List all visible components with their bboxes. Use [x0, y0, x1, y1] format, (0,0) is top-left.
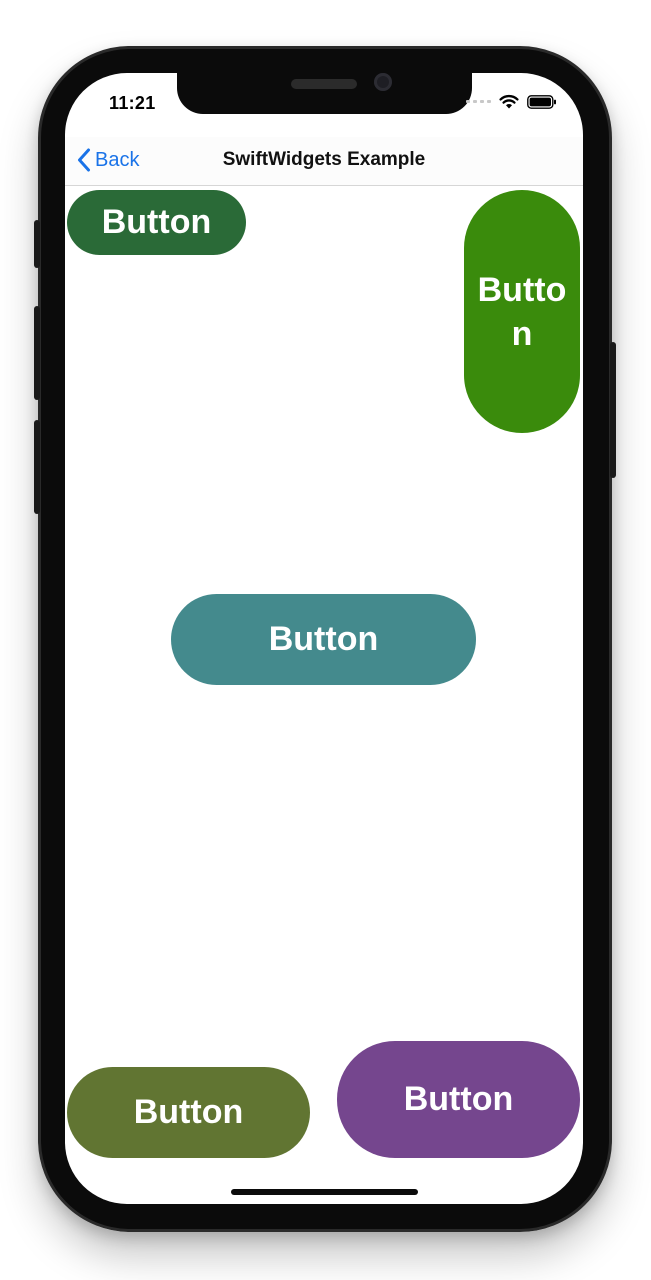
- navigation-bar: SwiftWidgets Example Back: [65, 137, 583, 186]
- center-button[interactable]: Button: [171, 594, 476, 685]
- status-indicators: [466, 94, 557, 109]
- center-button-label: Button: [268, 620, 379, 658]
- home-indicator[interactable]: [231, 1189, 418, 1195]
- volume-up-button: [34, 306, 40, 400]
- wifi-icon: [499, 94, 519, 109]
- back-label: Back: [95, 148, 140, 171]
- bottom-right-button-label: Button: [403, 1080, 514, 1118]
- volume-down-button: [34, 420, 40, 514]
- battery-icon: [527, 94, 556, 109]
- chevron-left-icon: [78, 148, 90, 172]
- speaker-grille: [291, 79, 357, 89]
- nav-title: SwiftWidgets Example: [222, 149, 426, 170]
- status-time: 11:21: [109, 93, 156, 113]
- silent-switch: [34, 220, 40, 268]
- cellular-signal-icon: [466, 100, 491, 103]
- bottom-right-button[interactable]: Button: [337, 1041, 580, 1158]
- phone-screen: 11:21 SwiftWidgets Example Back Button B…: [65, 73, 583, 1204]
- power-button: [610, 342, 616, 478]
- top-left-button-label: Button: [101, 203, 212, 241]
- notch: [177, 73, 472, 114]
- bottom-left-button[interactable]: Button: [67, 1067, 310, 1158]
- back-button[interactable]: Back: [77, 143, 139, 177]
- front-camera: [374, 73, 392, 91]
- top-right-button-label: Button: [477, 270, 567, 353]
- top-right-button[interactable]: Button: [464, 190, 580, 433]
- bottom-left-button-label: Button: [133, 1093, 244, 1131]
- top-left-button[interactable]: Button: [67, 190, 246, 255]
